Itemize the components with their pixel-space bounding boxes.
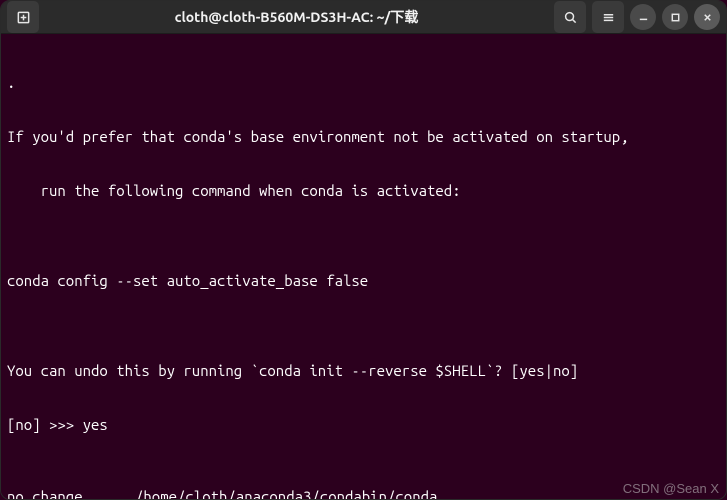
close-button[interactable] <box>694 4 720 30</box>
output-line: conda config --set auto_activate_base fa… <box>7 272 720 290</box>
search-button[interactable] <box>554 1 586 33</box>
status-row: no change/home/cloth/anaconda3/condabin/… <box>7 488 720 499</box>
minimize-button[interactable] <box>630 4 656 30</box>
maximize-button[interactable] <box>662 4 688 30</box>
terminal-body[interactable]: . If you'd prefer that conda's base envi… <box>1 34 726 499</box>
output-line: run the following command when conda is … <box>7 182 720 200</box>
output-line: . <box>7 74 720 92</box>
output-line: [no] >>> yes <box>7 416 720 434</box>
menu-button[interactable] <box>592 1 624 33</box>
output-line: If you'd prefer that conda's base enviro… <box>7 128 720 146</box>
window-title: cloth@cloth-B560M-DS3H-AC: ~/下载 <box>175 7 419 27</box>
output-line: You can undo this by running `conda init… <box>7 362 720 380</box>
new-tab-button[interactable] <box>7 1 39 33</box>
terminal-window: cloth@cloth-B560M-DS3H-AC: ~/下载 . If you… <box>0 0 727 500</box>
titlebar: cloth@cloth-B560M-DS3H-AC: ~/下载 <box>1 1 726 34</box>
